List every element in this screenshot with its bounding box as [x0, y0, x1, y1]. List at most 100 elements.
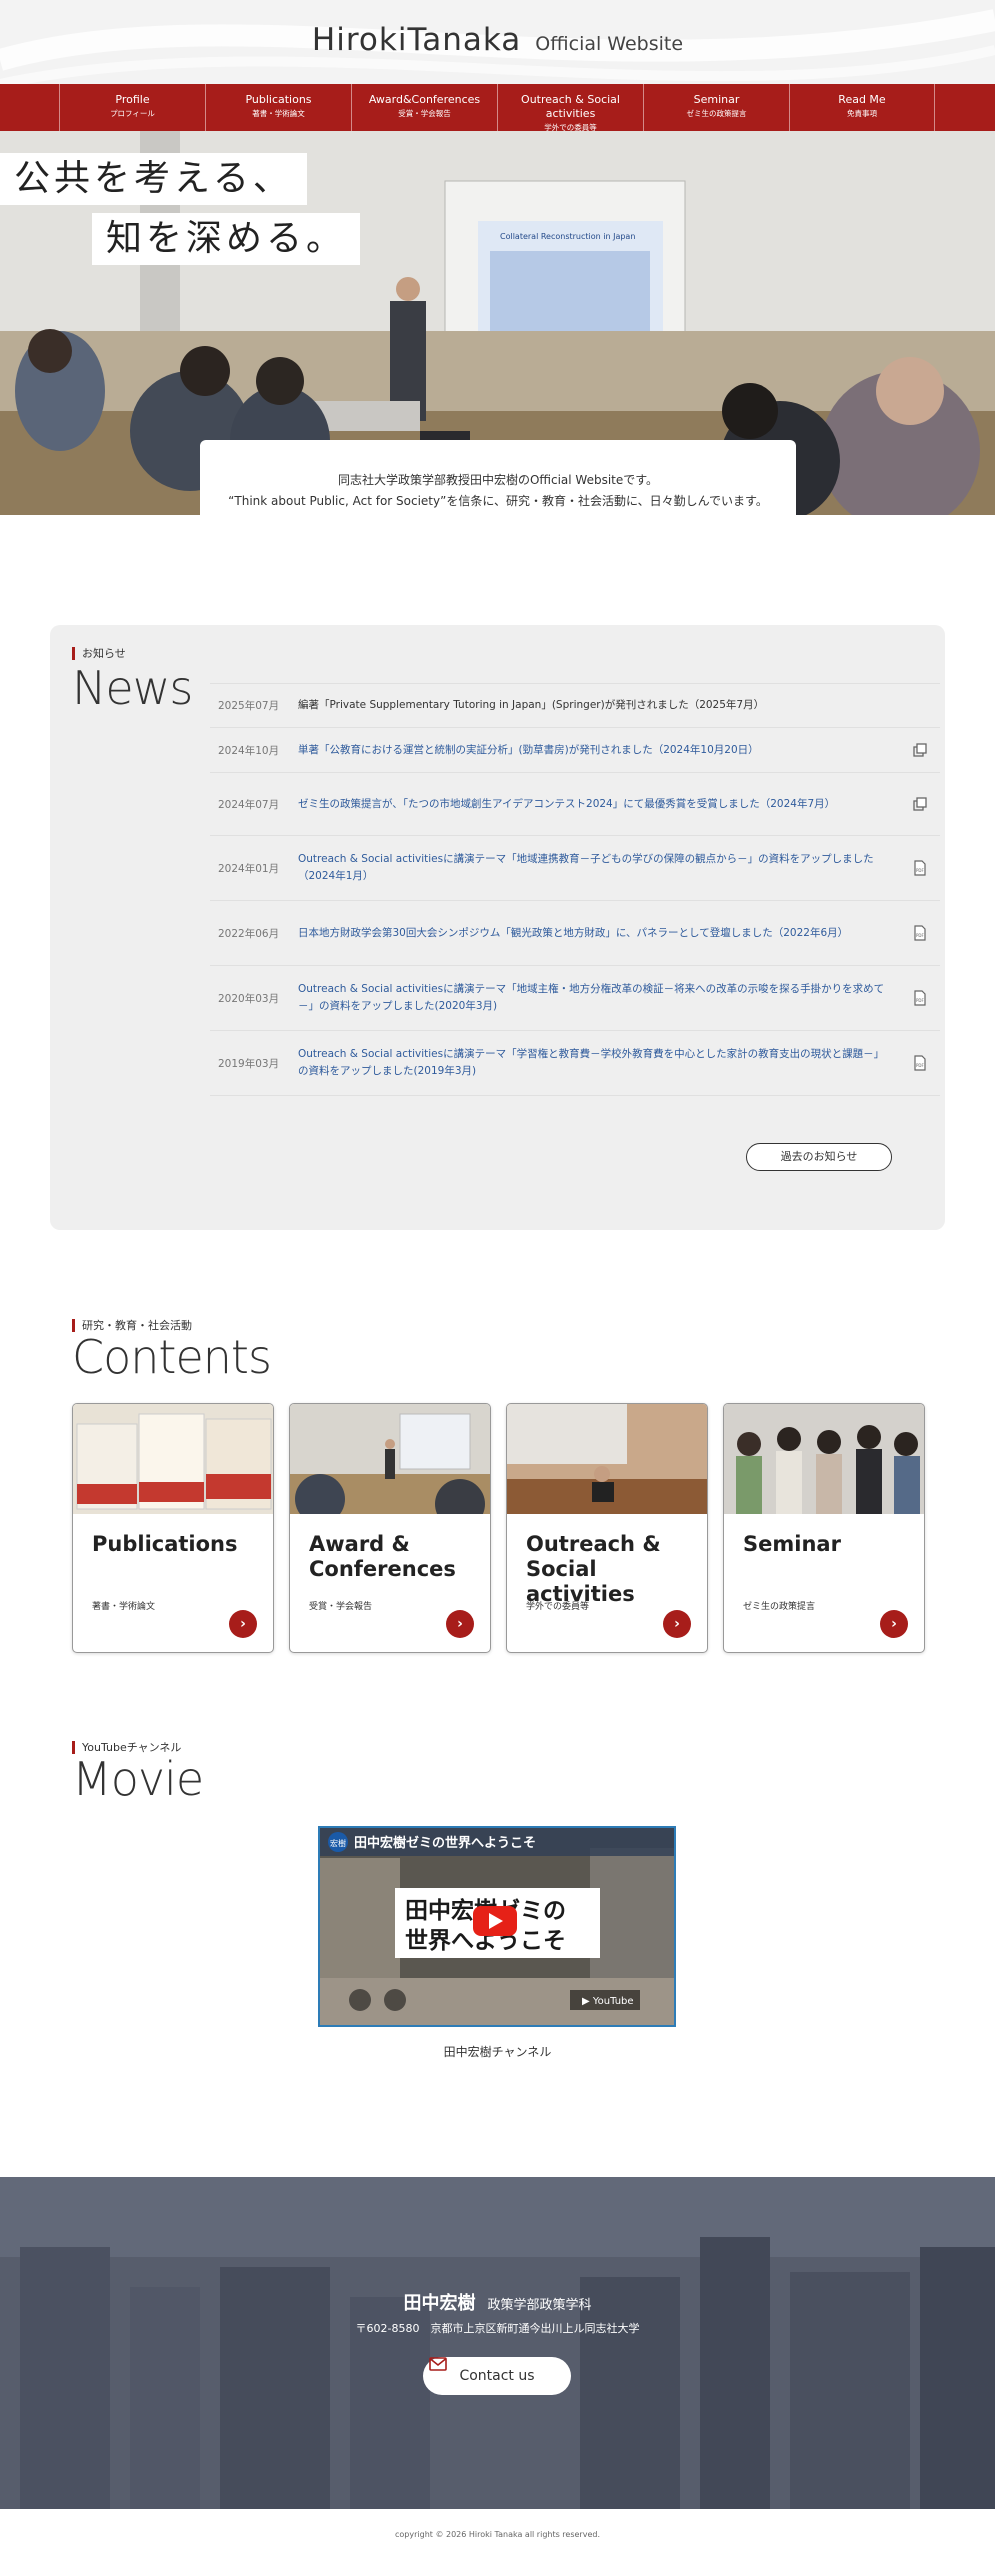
news-title: 日本地方財政学会第30回大会シンポジウム「観光政策と地方財政」に、パネラーとして… [298, 926, 849, 939]
news-tag: お知らせ [72, 647, 126, 660]
nav-label: Outreach & Social activities [521, 93, 620, 120]
news-item[interactable]: 2024年01月 Outreach & Social activitiesに講演… [210, 836, 940, 901]
chevron-right-icon[interactable]: › [880, 1610, 908, 1638]
nav-item-seminar[interactable]: Seminar ゼミ生の政策提言 [643, 84, 789, 131]
video-caption: 田中宏樹チャンネル [443, 2045, 552, 2059]
pdf-icon: PDF [914, 860, 926, 876]
card-title: Award & Conferences [309, 1532, 456, 1582]
intro-line2: “Think about Public, Act for Society”を信条… [228, 494, 768, 508]
movie-heading: Movie [72, 1752, 204, 1806]
past-news-button[interactable]: 過去のお知らせ [746, 1143, 892, 1171]
mail-icon [429, 2357, 447, 2371]
news-item[interactable]: 2019年03月 Outreach & Social activitiesに講演… [210, 1031, 940, 1096]
pdf-icon: PDF [914, 1055, 926, 1071]
card-image [290, 1404, 490, 1529]
nav-item-readme[interactable]: Read Me 免責事項 [789, 84, 935, 131]
news-title: Outreach & Social activitiesに講演テーマ「地域主権・… [298, 983, 885, 1012]
news-date: 2024年10月 [218, 744, 280, 757]
svg-text:PDF: PDF [916, 868, 924, 873]
pdf-icon: PDF [914, 925, 926, 941]
external-link-icon [913, 743, 927, 757]
hero-catch-line1: 公共を考える、 [0, 153, 307, 205]
video-title: 田中宏樹ゼミの世界へようこそ [354, 1835, 536, 1851]
card-title: Publications [92, 1532, 238, 1557]
nav-label: Award&Conferences [368, 93, 481, 106]
nav-label: Publications [245, 93, 312, 106]
hero-intro: 同志社大学政策学部教授田中宏樹のOfficial Websiteです。 “Thi… [200, 440, 796, 515]
card-subtitle: 学外での委員等 [526, 1602, 590, 1612]
external-link-icon [913, 797, 927, 811]
news-item[interactable]: 2025年07月 編著「Private Supplementary Tutori… [210, 683, 940, 728]
nav-item-outreach[interactable]: Outreach & Social activities 学外での委員等 [497, 84, 643, 132]
site-footer: 田中宏樹 政策学部政策学科 〒602-8580 京都市上京区新町通今出川上ル同志社… [0, 2177, 995, 2509]
site-name: HirokiTanaka [311, 22, 522, 58]
video-thumbnail: 宏樹 田中宏樹ゼミの世界へようこそ 田中宏樹ゼミの 世界へようこそ ▶ YouT… [320, 1828, 674, 2025]
nav-sublabel: 著書・学術論文 [252, 109, 305, 118]
chevron-right-icon[interactable]: › [446, 1610, 474, 1638]
site-subtitle: Official Website [535, 33, 684, 55]
news-item[interactable]: 2024年10月 単著「公教育における運営と統制の実証分析」(勁草書房)が発刊さ… [210, 728, 940, 773]
card-title-line: Award & [309, 1532, 410, 1556]
nav-label: Seminar [693, 93, 740, 106]
contact-label: Contact us [459, 2368, 535, 2384]
card-image [73, 1404, 273, 1514]
news-list: 2025年07月 編著「Private Supplementary Tutori… [210, 683, 940, 1096]
card-award-conferences[interactable]: Award & Conferences 受賞・学会報告 › [289, 1403, 491, 1653]
card-title-line: Publications [92, 1532, 238, 1556]
footer-person: 田中宏樹 [403, 2293, 476, 2314]
chevron-right-icon[interactable]: › [229, 1610, 257, 1638]
card-publications[interactable]: Publications 著書・学術論文 › [72, 1403, 274, 1653]
channel-badge: 宏樹 [330, 1838, 346, 1848]
card-subtitle: ゼミ生の政策提言 [743, 1602, 816, 1612]
svg-text:▶ YouTube: ▶ YouTube [582, 1996, 634, 2007]
nav-label: Profile [115, 93, 150, 106]
news-date: 2022年06月 [218, 927, 280, 940]
footer-name: 田中宏樹 政策学部政策学科 [0, 2289, 995, 2315]
contents-cards: Publications 著書・学術論文 › Award & Conference… [72, 1403, 925, 1653]
news-heading: News [72, 661, 193, 715]
news-item[interactable]: 2022年06月 日本地方財政学会第30回大会シンポジウム「観光政策と地方財政」… [210, 901, 940, 966]
nav-item-award[interactable]: Award&Conferences 受賞・学会報告 [351, 84, 497, 131]
card-title-line: Conferences [309, 1557, 456, 1581]
news-date: 2019年03月 [218, 1057, 280, 1070]
news-title: 編著「Private Supplementary Tutoring in Jap… [298, 699, 765, 711]
chevron-right-icon[interactable]: › [663, 1610, 691, 1638]
nav-sublabel: 免責事項 [847, 109, 877, 118]
nav-sublabel: ゼミ生の政策提言 [686, 109, 747, 118]
card-subtitle: 受賞・学会報告 [309, 1602, 373, 1612]
nav-label: Read Me [838, 93, 886, 106]
contact-us-button[interactable]: Contact us [423, 2357, 571, 2395]
news-title: Outreach & Social activitiesに講演テーマ「学習権と教… [298, 1048, 885, 1077]
footer-cityscape [0, 2177, 995, 2509]
card-title-line: Outreach & [526, 1532, 661, 1556]
card-image [507, 1404, 707, 1514]
news-date: 2020年03月 [218, 992, 280, 1005]
site-header: HirokiTanaka Official Website [0, 0, 995, 84]
svg-text:PDF: PDF [916, 933, 924, 938]
intro-line1: 同志社大学政策学部教授田中宏樹のOfficial Websiteです。 [337, 473, 659, 487]
news-date: 2025年07月 [218, 700, 280, 712]
news-date: 2024年07月 [218, 798, 280, 811]
youtube-video[interactable]: 宏樹 田中宏樹ゼミの世界へようこそ 田中宏樹ゼミの 世界へようこそ ▶ YouT… [318, 1826, 676, 2027]
news-title: 単著「公教育における運営と統制の実証分析」(勁草書房)が発刊されました（2024… [298, 743, 759, 756]
svg-text:PDF: PDF [916, 998, 924, 1003]
card-title-line: Seminar [743, 1532, 841, 1556]
card-title: Seminar [743, 1532, 841, 1557]
news-date: 2024年01月 [218, 862, 280, 875]
pdf-icon: PDF [914, 990, 926, 1006]
card-outreach[interactable]: Outreach & Social activities 学外での委員等 › [506, 1403, 708, 1653]
card-seminar[interactable]: Seminar ゼミ生の政策提言 › [723, 1403, 925, 1653]
footer-address: 〒602-8580 京都市上京区新町通今出川上ル同志社大学 [355, 2322, 640, 2335]
news-item[interactable]: 2024年07月 ゼミ生の政策提言が、「たつの市地域創生アイデアコンテスト202… [210, 773, 940, 836]
card-image [724, 1404, 924, 1514]
nav-item-publications[interactable]: Publications 著書・学術論文 [205, 84, 351, 131]
global-nav: Profile プロフィール Publications 著書・学術論文 Award&… [0, 84, 995, 132]
news-title: ゼミ生の政策提言が、「たつの市地域創生アイデアコンテスト2024」にて最優秀賞を… [298, 797, 836, 810]
contents-heading: Contents [72, 1330, 272, 1384]
card-subtitle: 著書・学術論文 [92, 1602, 156, 1612]
nav-item-profile[interactable]: Profile プロフィール [59, 84, 205, 131]
nav-sublabel: 受賞・学会報告 [398, 109, 451, 118]
news-item[interactable]: 2020年03月 Outreach & Social activitiesに講演… [210, 966, 940, 1031]
hero-catch-line2: 知を深める。 [92, 213, 361, 265]
site-logo[interactable]: HirokiTanaka Official Website [0, 22, 995, 58]
